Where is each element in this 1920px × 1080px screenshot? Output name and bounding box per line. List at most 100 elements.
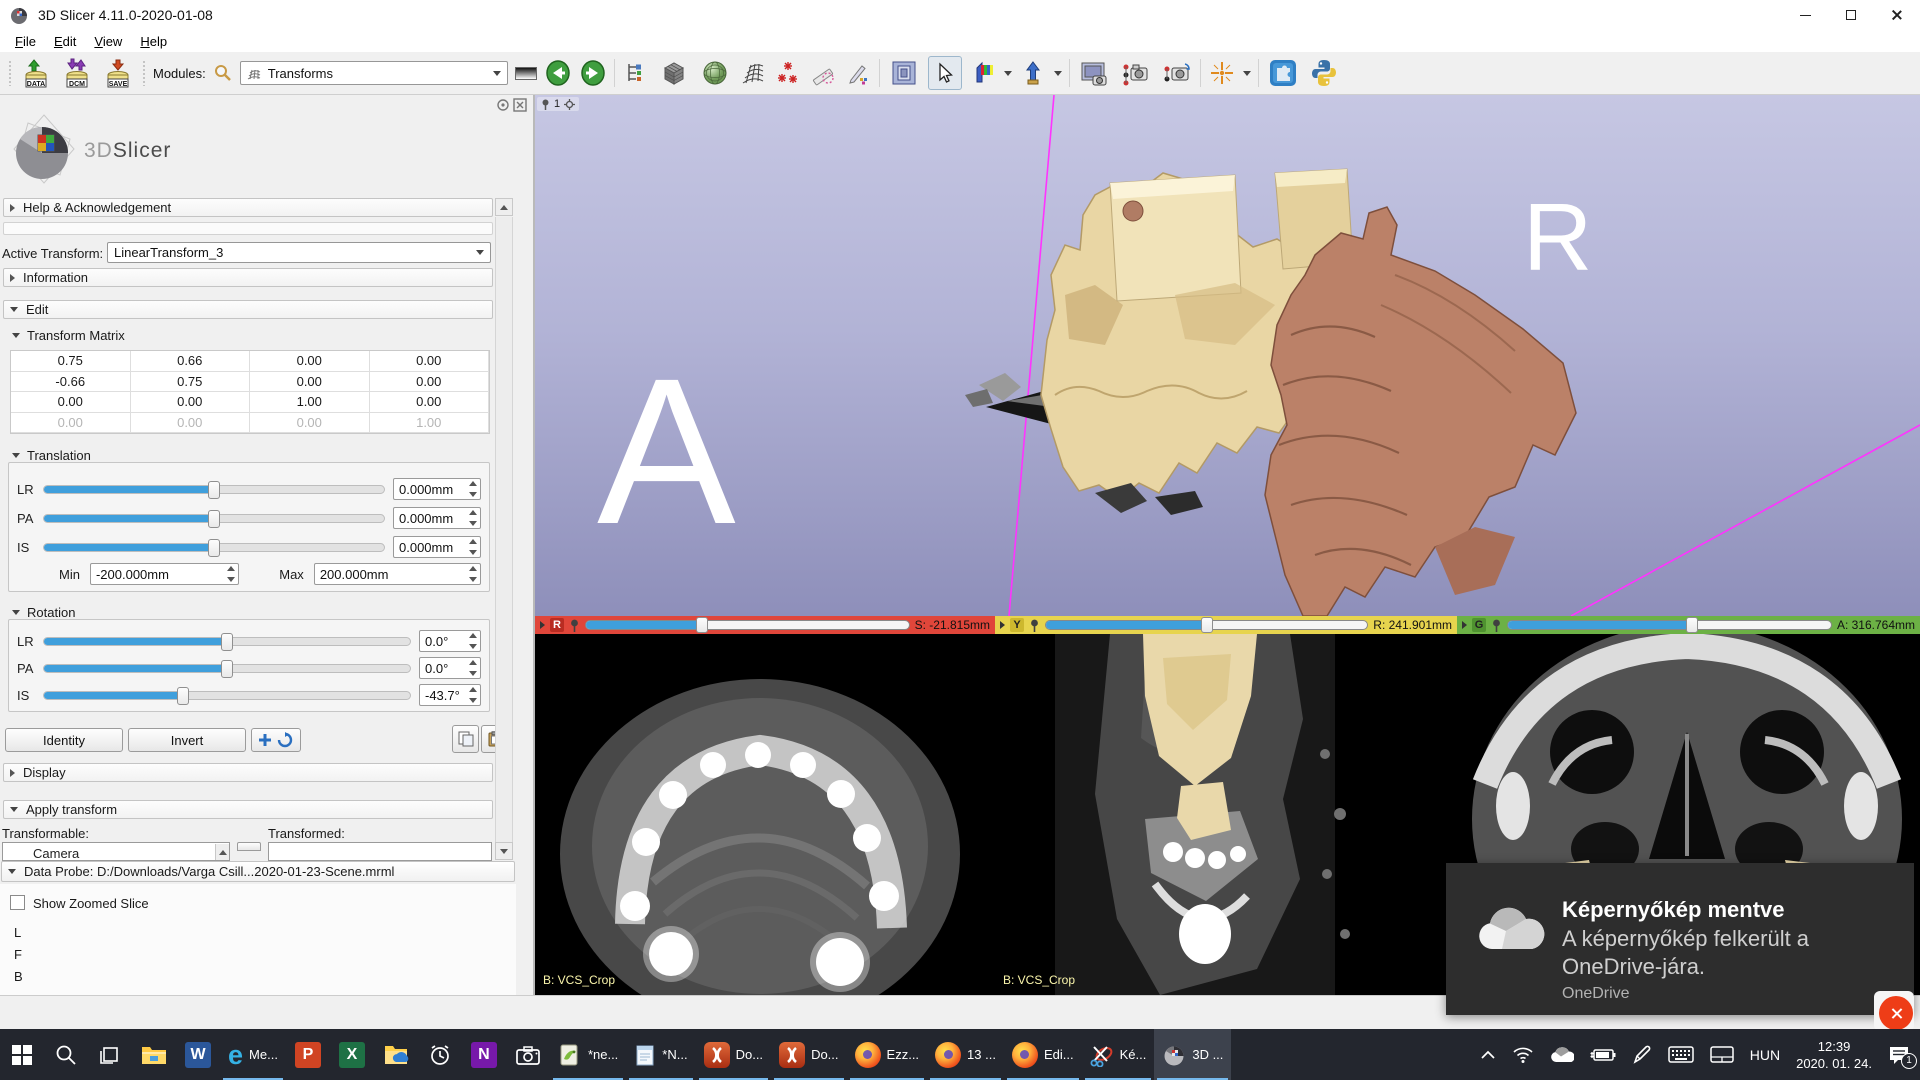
transformed-list[interactable] [268, 842, 492, 861]
modules-selector[interactable]: Transforms [240, 61, 508, 85]
translation-pa-value[interactable]: 0.000mm [393, 507, 481, 529]
chevron-down-icon[interactable] [1243, 71, 1251, 76]
rotation-header[interactable]: Rotation [12, 605, 75, 620]
taskbar-search-button[interactable] [44, 1029, 88, 1080]
copy-transform-button[interactable] [452, 725, 479, 753]
window-level-button[interactable] [969, 58, 997, 88]
panel-scroll-down[interactable] [495, 842, 513, 860]
menu-view[interactable]: View [85, 34, 131, 49]
taskbar-dcplusplus-1[interactable]: Do... [696, 1029, 771, 1080]
rotation-is-value[interactable]: -43.7° [419, 684, 481, 706]
taskbar-camera[interactable] [506, 1029, 550, 1080]
tray-chevron-up-icon[interactable] [1480, 1050, 1496, 1060]
matrix-cell[interactable]: 0.00 [131, 392, 251, 413]
taskbar-onenote[interactable]: N [462, 1029, 506, 1080]
rotation-lr-slider[interactable] [43, 637, 411, 646]
toast-close-button[interactable] [1879, 996, 1913, 1030]
transforms-module-button[interactable] [739, 58, 767, 88]
taskbar-firefox-1[interactable]: Ezz... [847, 1029, 928, 1080]
subject-hierarchy-button[interactable] [622, 58, 650, 88]
menu-edit[interactable]: Edit [45, 34, 85, 49]
invert-button[interactable]: Invert [128, 728, 246, 752]
translation-is-value[interactable]: 0.000mm [393, 536, 481, 558]
yellow-slice-view[interactable]: B: VCS_Crop [995, 634, 1457, 995]
layout-selector-button[interactable] [887, 56, 921, 90]
panel-close-icon[interactable] [513, 98, 527, 112]
taskbar-dcplusplus-2[interactable]: Do... [771, 1029, 846, 1080]
view-menu-icon[interactable] [540, 621, 545, 629]
minimize-button[interactable] [1782, 0, 1828, 30]
matrix-cell[interactable]: 0.00 [370, 392, 490, 413]
pin-icon[interactable] [1491, 619, 1502, 632]
matrix-cell[interactable]: 0.00 [370, 351, 490, 372]
yellow-slice-slider[interactable] [1045, 620, 1368, 630]
panel-undock-icon[interactable] [496, 98, 510, 112]
view-menu-icon[interactable] [1000, 621, 1005, 629]
tray-wifi-icon[interactable] [1512, 1046, 1534, 1063]
module-history-icon[interactable] [515, 67, 537, 80]
max-value[interactable]: 200.000mm [314, 563, 481, 585]
python-console-button[interactable] [1307, 56, 1341, 90]
transform-matrix-header[interactable]: Transform Matrix [12, 328, 125, 343]
active-transform-selector[interactable]: LinearTransform_3 [107, 242, 491, 263]
display-section[interactable]: Display [3, 763, 493, 782]
redo-module-button[interactable] [579, 58, 607, 88]
taskbar-powerpoint[interactable]: P [286, 1029, 330, 1080]
tray-pen-icon[interactable] [1632, 1045, 1652, 1065]
rotation-lr-value[interactable]: 0.0° [419, 630, 481, 652]
red-slice-letter[interactable]: R [550, 618, 564, 632]
transformable-list[interactable]: Camera [2, 842, 230, 861]
information-section[interactable]: Information [3, 268, 493, 287]
menu-help[interactable]: Help [131, 34, 176, 49]
rotation-pa-slider[interactable] [43, 664, 411, 673]
extensions-manager-button[interactable] [1266, 56, 1300, 90]
edit-section[interactable]: Edit [3, 300, 493, 319]
translation-lr-slider[interactable] [43, 485, 385, 494]
taskbar-snipping-tool[interactable]: Ké... [1082, 1029, 1155, 1080]
maximize-button[interactable] [1828, 0, 1874, 30]
volumes-module-button[interactable] [657, 56, 691, 90]
red-slice-view[interactable]: B: VCS_Crop [535, 634, 995, 995]
tray-battery-icon[interactable] [1590, 1047, 1616, 1063]
mouse-interaction-button[interactable] [928, 56, 962, 90]
matrix-cell[interactable]: 0.00 [11, 392, 131, 413]
threed-view[interactable]: 1 [535, 95, 1920, 616]
taskbar-notepad[interactable]: *N... [626, 1029, 695, 1080]
yellow-slice-letter[interactable]: Y [1010, 618, 1024, 632]
chevron-down-icon[interactable] [1004, 71, 1012, 76]
red-slice-slider[interactable] [585, 620, 910, 630]
taskbar-notepad-plus-plus[interactable]: *ne... [550, 1029, 626, 1080]
taskbar-file-explorer[interactable] [132, 1029, 176, 1080]
annotation-edit-button[interactable] [844, 58, 872, 88]
help-acknowledgement-section[interactable]: Help & Acknowledgement [3, 198, 493, 217]
tray-keyboard-icon[interactable] [1668, 1046, 1694, 1063]
green-slice-letter[interactable]: G [1472, 618, 1486, 632]
tray-onedrive-icon[interactable] [1550, 1047, 1574, 1063]
matrix-cell[interactable]: 0.75 [131, 372, 251, 393]
panel-scrollbar[interactable] [495, 217, 513, 842]
tray-touchpad-icon[interactable] [1710, 1046, 1734, 1063]
scene-view-capture-button[interactable] [1118, 56, 1152, 90]
panel-scroll-up[interactable] [495, 198, 513, 216]
move-right-button[interactable] [237, 842, 261, 851]
start-button[interactable] [0, 1029, 44, 1080]
action-center-button[interactable]: 1 [1888, 1045, 1910, 1065]
translation-pa-slider[interactable] [43, 514, 385, 523]
load-dicom-button[interactable]: DCM [60, 56, 94, 90]
crosshair-button[interactable] [1208, 58, 1236, 88]
green-slice-slider[interactable] [1507, 620, 1832, 630]
rotation-pa-value[interactable]: 0.0° [419, 657, 481, 679]
toolbar-grip[interactable] [8, 60, 12, 86]
transformable-item-camera[interactable]: Camera [3, 843, 229, 861]
show-zoomed-slice-checkbox[interactable] [10, 895, 25, 910]
task-view-button[interactable] [88, 1029, 132, 1080]
scene-view-restore-button[interactable] [1159, 56, 1193, 90]
load-data-button[interactable]: DATA [19, 56, 53, 90]
taskbar-firefox-3[interactable]: Edi... [1004, 1029, 1082, 1080]
units-button[interactable] [1019, 58, 1047, 88]
matrix-cell[interactable]: 0.00 [250, 351, 370, 372]
tray-language[interactable]: HUN [1750, 1047, 1780, 1063]
matrix-cell[interactable]: 0.75 [11, 351, 131, 372]
matrix-cell[interactable]: 0.00 [250, 372, 370, 393]
chevron-down-icon[interactable] [1054, 71, 1062, 76]
